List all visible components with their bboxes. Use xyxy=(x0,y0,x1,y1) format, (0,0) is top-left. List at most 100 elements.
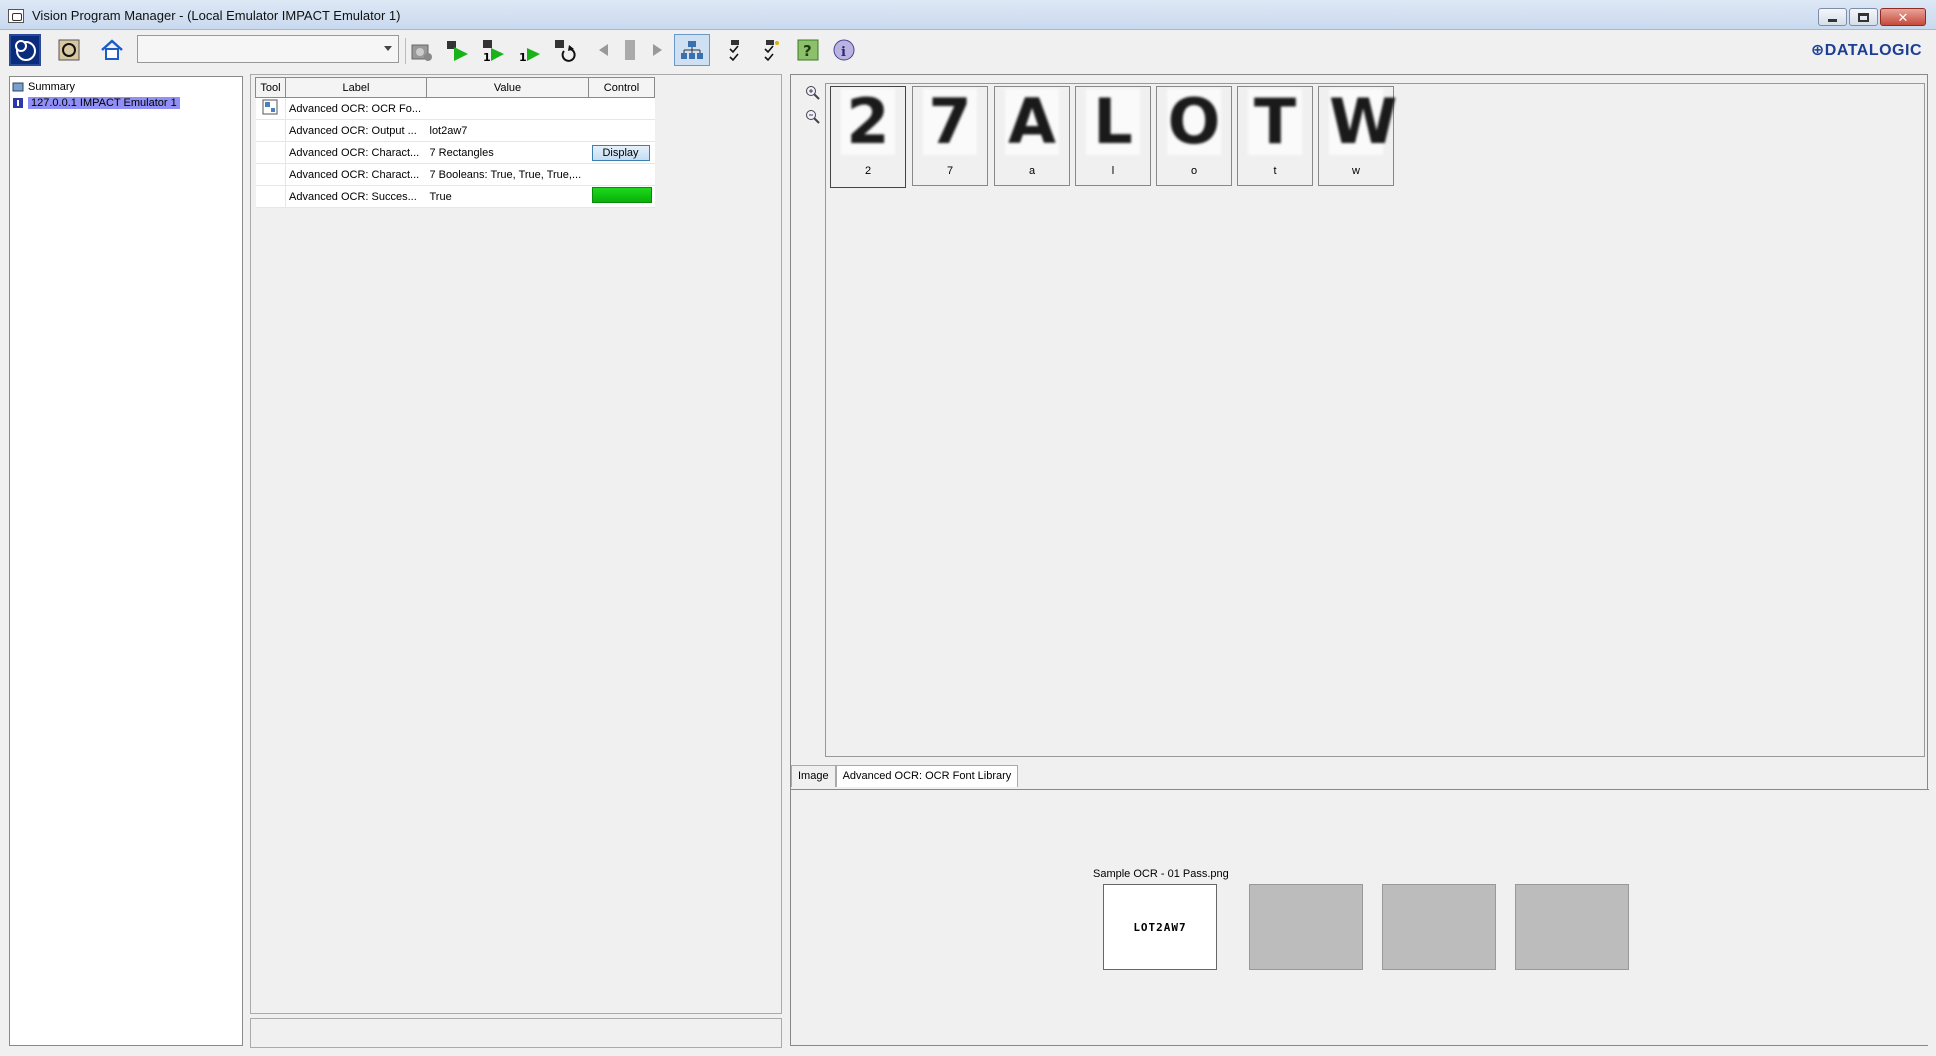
column-header-label[interactable]: Label xyxy=(285,77,427,98)
table-header-row: Tool Label Value Control xyxy=(255,77,655,98)
close-icon: ✕ xyxy=(1897,9,1909,25)
char-glyph: 7 xyxy=(923,89,977,155)
home-button[interactable] xyxy=(96,34,128,66)
record-button[interactable] xyxy=(53,34,85,66)
char-label: a xyxy=(1028,165,1036,177)
filmstrip-title: Sample OCR - 01 Pass.png xyxy=(1093,868,1229,880)
minimize-icon xyxy=(1828,18,1837,22)
tab-image[interactable]: Image xyxy=(791,765,836,787)
program-select[interactable] xyxy=(137,35,399,63)
table-row[interactable]: Advanced OCR: OCR Fo... xyxy=(255,97,655,120)
loop-icon xyxy=(555,40,576,62)
value-cell: lot2aw7 xyxy=(426,119,589,142)
stop-icon xyxy=(625,40,635,60)
window-title: Vision Program Manager - (Local Emulator… xyxy=(32,8,401,23)
char-label: 2 xyxy=(864,165,872,177)
char-tile[interactable]: A a xyxy=(994,86,1070,186)
record-icon xyxy=(58,39,80,61)
tree-item-emulator[interactable]: 127.0.0.1 IMPACT Emulator 1 xyxy=(12,95,180,111)
close-button[interactable]: ✕ xyxy=(1880,8,1926,26)
label-cell: Advanced OCR: Succes... xyxy=(285,185,427,208)
device-tree: Summary 127.0.0.1 IMPACT Emulator 1 xyxy=(9,76,243,1046)
filmstrip-thumb[interactable] xyxy=(1382,884,1496,970)
checklist-button[interactable] xyxy=(720,34,752,66)
results-panel: Tool Label Value Control Advanced OCR: O… xyxy=(250,74,782,1014)
char-label: t xyxy=(1273,165,1277,177)
tree-item-label: 127.0.0.1 IMPACT Emulator 1 xyxy=(28,97,180,109)
char-glyph: 2 xyxy=(841,89,895,155)
run-once-button[interactable]: 1 xyxy=(477,34,509,66)
minimize-button[interactable] xyxy=(1818,8,1847,26)
run-icon xyxy=(447,41,468,61)
value-cell: True xyxy=(426,185,589,208)
label-cell: Advanced OCR: Output ... xyxy=(285,119,427,142)
control-cell: Display xyxy=(588,141,655,164)
column-header-control[interactable]: Control xyxy=(588,77,655,98)
char-tile[interactable]: O o xyxy=(1156,86,1232,186)
tool-cell xyxy=(255,163,286,186)
svg-text:?: ? xyxy=(803,42,812,60)
connect-device-button[interactable] xyxy=(9,34,41,66)
arrow-left-icon xyxy=(599,44,608,56)
thumb-text: LOT2AW7 xyxy=(1133,921,1187,934)
camera-trigger-icon xyxy=(411,44,432,61)
char-tile[interactable]: 2 2 xyxy=(830,86,906,188)
summary-icon xyxy=(12,82,24,92)
loop-button[interactable] xyxy=(549,34,581,66)
restore-button[interactable] xyxy=(1849,8,1878,26)
chevron-down-icon xyxy=(384,46,392,51)
char-tile[interactable]: 7 7 xyxy=(912,86,988,186)
run-button[interactable] xyxy=(441,34,473,66)
about-button[interactable]: i xyxy=(828,34,860,66)
control-cell xyxy=(588,163,655,186)
char-glyph: A xyxy=(1005,89,1059,155)
label-cell: Advanced OCR: Charact... xyxy=(285,141,427,164)
toolbar: 1 1 ? i ⊕DATALOGIC xyxy=(0,30,1936,70)
tool-cell xyxy=(255,119,286,142)
svg-text:i: i xyxy=(841,45,846,60)
image-filmstrip: Sample OCR - 01 Pass.png LOT2AW7 xyxy=(791,789,1929,1045)
filmstrip-thumb[interactable] xyxy=(1249,884,1363,970)
hierarchy-icon xyxy=(681,41,703,59)
results-table: Tool Label Value Control Advanced OCR: O… xyxy=(255,77,655,208)
arrow-right-icon xyxy=(653,44,662,56)
datalogic-logo: ⊕DATALOGIC xyxy=(1810,42,1922,59)
table-row[interactable]: Advanced OCR: Output ... lot2aw7 xyxy=(255,119,655,142)
char-tile[interactable]: L l xyxy=(1075,86,1151,186)
checklist-icon xyxy=(729,40,739,62)
char-label: l xyxy=(1111,165,1115,177)
filmstrip-thumb[interactable] xyxy=(1515,884,1629,970)
label-cell: Advanced OCR: OCR Fo... xyxy=(285,97,427,120)
zoom-out-icon[interactable] xyxy=(805,109,821,125)
table-row[interactable]: Advanced OCR: Charact... 7 Rectangles Di… xyxy=(255,141,655,164)
display-button[interactable]: Display xyxy=(591,144,650,161)
help-button[interactable]: ? xyxy=(792,34,824,66)
trigger-button[interactable] xyxy=(405,34,437,66)
column-header-value[interactable]: Value xyxy=(426,77,589,98)
svg-text:1: 1 xyxy=(483,51,491,63)
tree-item-label: Summary xyxy=(28,81,76,93)
font-library-canvas[interactable]: 2 2 7 7 A a L l O o T t W w xyxy=(825,83,1925,757)
zoom-in-icon[interactable] xyxy=(805,85,821,101)
checklist-alt-button[interactable] xyxy=(755,34,787,66)
image-viewer: 2 2 7 7 A a L l O o T t W w Image Advanc… xyxy=(790,74,1929,1046)
value-cell: 7 Booleans: True, True, True,... xyxy=(426,163,589,186)
table-row[interactable]: Advanced OCR: Succes... True xyxy=(255,185,655,208)
help-icon: ? xyxy=(797,39,819,61)
char-glyph: T xyxy=(1248,89,1302,155)
viewer-tabs: Image Advanced OCR: OCR Font Library xyxy=(791,765,1019,787)
char-tile[interactable]: W w xyxy=(1318,86,1397,186)
ocr-font-library-icon xyxy=(262,99,278,115)
char-tile[interactable]: T t xyxy=(1237,86,1313,186)
next-button[interactable] xyxy=(641,34,673,66)
checklist-alt-icon xyxy=(764,40,779,62)
hierarchy-view-button[interactable] xyxy=(674,34,710,66)
tab-ocr-font-library[interactable]: Advanced OCR: OCR Font Library xyxy=(835,765,1019,787)
table-row[interactable]: Advanced OCR: Charact... 7 Booleans: Tru… xyxy=(255,163,655,186)
char-label: w xyxy=(1352,165,1360,177)
filmstrip-thumb-selected[interactable]: LOT2AW7 xyxy=(1103,884,1217,970)
column-header-tool[interactable]: Tool xyxy=(255,77,286,98)
tree-item-summary[interactable]: Summary xyxy=(12,79,75,95)
value-cell xyxy=(426,97,589,120)
step-button[interactable]: 1 xyxy=(513,34,545,66)
